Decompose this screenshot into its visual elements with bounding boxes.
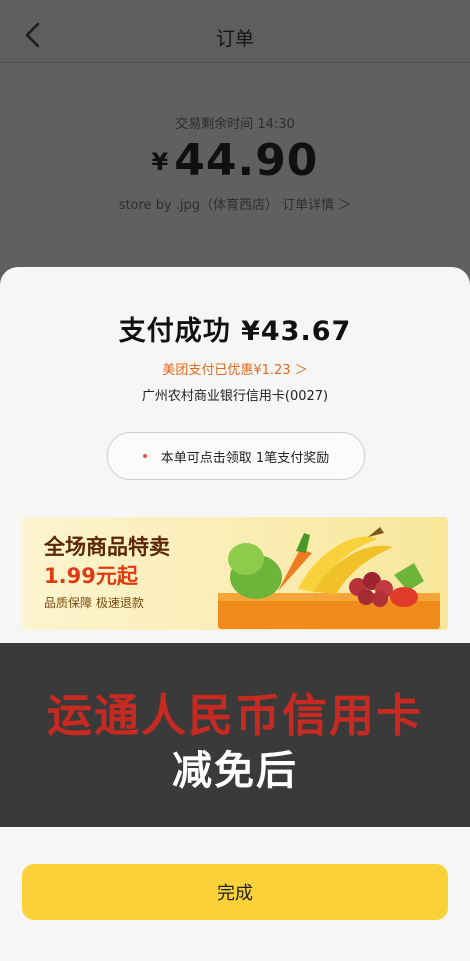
payment-result-sheet: 支付成功 ¥43.67 美团支付已优惠¥1.23 ＞ 广州农村商业银行信用卡(0… [0, 267, 470, 961]
reward-label: 本单可点击领取 1笔支付奖励 [160, 450, 330, 466]
overlay-line-1: 运通人民币信用卡 [46, 689, 423, 742]
payment-success-title: 支付成功 ¥43.67 [118, 316, 352, 347]
done-button[interactable]: 完成 [22, 864, 448, 920]
overlay-line-2: 减免后 [172, 748, 298, 794]
fruit-basket-icon [218, 527, 440, 629]
banner-title: 全场商品特卖 [44, 535, 170, 559]
top-bar: 订单 [0, 0, 470, 63]
banner-price: 1.99元起 [44, 564, 138, 588]
promo-banner[interactable]: 全场商品特卖 1.99元起 品质保障 极速退款 [22, 517, 448, 630]
amount-value: 44.90 [174, 135, 319, 186]
store-details-link[interactable]: store by .jpg（体育西店） 订单详情 ＞ [0, 194, 470, 213]
order-amount: ¥44.90 [0, 135, 470, 186]
order-summary: 交易剩余时间 14:30 ¥44.90 store by .jpg（体育西店） … [0, 63, 470, 268]
page-title: 订单 [215, 28, 254, 50]
currency-symbol: ¥ [151, 148, 169, 176]
card-info: 广州农村商业银行信用卡(0027) [141, 389, 329, 404]
reward-claim-button[interactable]: 本单可点击领取 1笔支付奖励 [107, 432, 365, 480]
discount-link[interactable]: 美团支付已优惠¥1.23 ＞ [0, 359, 470, 378]
banner-subtitle: 品质保障 极速退款 [44, 596, 144, 610]
remaining-time: 交易剩余时间 14:30 [175, 117, 295, 132]
dot-icon [142, 454, 147, 458]
promo-overlay: 运通人民币信用卡 减免后 [0, 643, 470, 827]
